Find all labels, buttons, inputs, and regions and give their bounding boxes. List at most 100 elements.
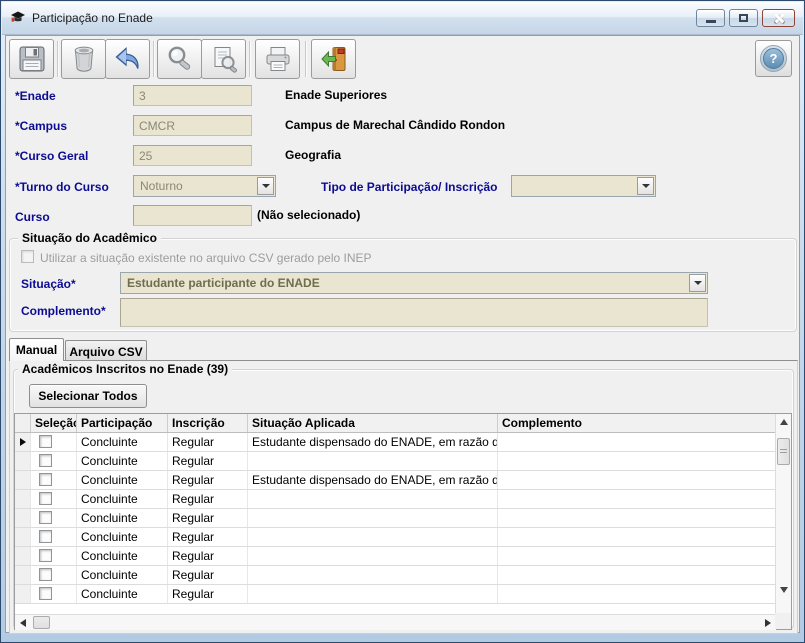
- table-row[interactable]: Concluinte Regular Estudante dispensado …: [15, 433, 776, 452]
- table-row[interactable]: Concluinte Regular: [15, 528, 776, 547]
- complemento-textarea[interactable]: [120, 298, 708, 327]
- selecionar-todos-button[interactable]: Selecionar Todos: [29, 384, 147, 408]
- cell-inscricao: Regular: [168, 509, 248, 527]
- table-row[interactable]: Concluinte Regular: [15, 547, 776, 566]
- row-checkbox[interactable]: [39, 511, 52, 524]
- campus-input[interactable]: [133, 115, 252, 136]
- help-button[interactable]: ?: [755, 40, 792, 77]
- enade-input[interactable]: [133, 85, 252, 106]
- row-selector-gutter[interactable]: [15, 452, 31, 470]
- scroll-up-icon[interactable]: [780, 419, 788, 425]
- thumb-grip-icon: [780, 449, 787, 455]
- scrollbar-corner: [775, 613, 791, 629]
- cell-situacao-aplicada: [248, 566, 498, 584]
- row-selector-gutter[interactable]: [15, 528, 31, 546]
- scroll-left-icon[interactable]: [20, 619, 26, 627]
- row-selector-gutter[interactable]: [15, 509, 31, 527]
- situacao-combobox[interactable]: Estudante participante do ENADE: [120, 272, 708, 294]
- header-participacao[interactable]: Participação: [77, 414, 168, 432]
- table-row[interactable]: Concluinte Regular: [15, 585, 776, 604]
- table-row[interactable]: Concluinte Regular: [15, 509, 776, 528]
- search-document-button[interactable]: [201, 39, 246, 79]
- cell-participacao: Concluinte: [77, 452, 168, 470]
- cell-inscricao: Regular: [168, 585, 248, 603]
- tab-manual[interactable]: Manual: [9, 338, 64, 361]
- table-row[interactable]: Concluinte Regular: [15, 566, 776, 585]
- cell-complemento: [498, 528, 776, 546]
- tab-arquivo-csv[interactable]: Arquivo CSV: [65, 340, 147, 361]
- row-checkbox[interactable]: [39, 530, 52, 543]
- enade-label: *Enade: [15, 89, 56, 103]
- exit-button[interactable]: [311, 39, 356, 79]
- curso-input[interactable]: [133, 205, 252, 226]
- curso-geral-label: *Curso Geral: [15, 149, 88, 163]
- undo-icon: [112, 43, 144, 75]
- cell-complemento: [498, 547, 776, 565]
- row-selecao-cell: [31, 528, 77, 546]
- delete-button[interactable]: [61, 39, 106, 79]
- minimize-icon: [706, 20, 716, 23]
- cell-situacao-aplicada: Estudante dispensado do ENADE, em razão …: [248, 471, 498, 489]
- curso-geral-input[interactable]: [133, 145, 252, 166]
- row-selecao-cell: [31, 433, 77, 451]
- undo-button[interactable]: [105, 39, 150, 79]
- row-checkbox[interactable]: [39, 549, 52, 562]
- curso-geral-description: Geografia: [285, 148, 341, 162]
- search-icon: [164, 43, 196, 75]
- situacao-group-title: Situação do Acadêmico: [18, 231, 161, 245]
- row-checkbox[interactable]: [39, 492, 52, 505]
- row-checkbox[interactable]: [39, 587, 52, 600]
- header-inscricao[interactable]: Inscrição: [168, 414, 248, 432]
- print-button[interactable]: [255, 39, 300, 79]
- table-row[interactable]: Concluinte Regular: [15, 490, 776, 509]
- row-checkbox[interactable]: [39, 473, 52, 486]
- vertical-scrollbar-thumb[interactable]: [777, 438, 790, 465]
- header-gutter: [15, 414, 31, 432]
- cell-complemento: [498, 452, 776, 470]
- row-checkbox[interactable]: [39, 435, 52, 448]
- row-selecao-cell: [31, 471, 77, 489]
- row-checkbox[interactable]: [39, 454, 52, 467]
- help-icon: ?: [760, 45, 787, 72]
- cell-participacao: Concluinte: [77, 585, 168, 603]
- row-selector-gutter[interactable]: [15, 490, 31, 508]
- table-row[interactable]: Concluinte Regular Estudante dispensado …: [15, 471, 776, 490]
- exit-icon: [318, 43, 350, 75]
- table-row[interactable]: Concluinte Regular: [15, 452, 776, 471]
- header-situacao-aplicada[interactable]: Situação Aplicada: [248, 414, 498, 432]
- turno-dropdown-button[interactable]: [257, 177, 274, 195]
- cell-complemento: [498, 471, 776, 489]
- horizontal-scrollbar[interactable]: [15, 614, 776, 630]
- turno-combobox[interactable]: Noturno: [133, 175, 276, 197]
- scroll-down-icon[interactable]: [780, 587, 788, 593]
- cell-participacao: Concluinte: [77, 433, 168, 451]
- cell-participacao: Concluinte: [77, 566, 168, 584]
- cell-complemento: [498, 490, 776, 508]
- row-selector-gutter[interactable]: [15, 433, 31, 451]
- header-selecao[interactable]: Seleção: [31, 414, 77, 432]
- row-selecao-cell: [31, 585, 77, 603]
- row-selector-gutter[interactable]: [15, 566, 31, 584]
- situacao-dropdown-button[interactable]: [689, 274, 706, 292]
- titlebar[interactable]: Participação no Enade: [2, 2, 803, 35]
- scroll-right-icon[interactable]: [765, 619, 771, 627]
- header-complemento[interactable]: Complemento: [498, 414, 776, 432]
- row-selector-gutter[interactable]: [15, 585, 31, 603]
- row-checkbox[interactable]: [39, 568, 52, 581]
- row-selector-gutter[interactable]: [15, 471, 31, 489]
- close-button[interactable]: [762, 9, 795, 27]
- row-selector-gutter[interactable]: [15, 547, 31, 565]
- minimize-button[interactable]: [696, 9, 725, 27]
- restore-button[interactable]: [729, 9, 758, 27]
- search-button[interactable]: [157, 39, 202, 79]
- restore-icon: [739, 14, 748, 22]
- save-button[interactable]: [9, 39, 54, 79]
- vertical-scrollbar[interactable]: [775, 414, 791, 614]
- horizontal-scrollbar-thumb[interactable]: [33, 616, 50, 629]
- situacao-value: Estudante participante do ENADE: [127, 276, 320, 290]
- tipo-participacao-combobox[interactable]: [511, 175, 656, 197]
- tipo-dropdown-button[interactable]: [637, 177, 654, 195]
- inep-csv-checkbox[interactable]: [21, 250, 34, 263]
- toolbar-separator: [249, 41, 250, 77]
- chevron-down-icon: [694, 281, 702, 285]
